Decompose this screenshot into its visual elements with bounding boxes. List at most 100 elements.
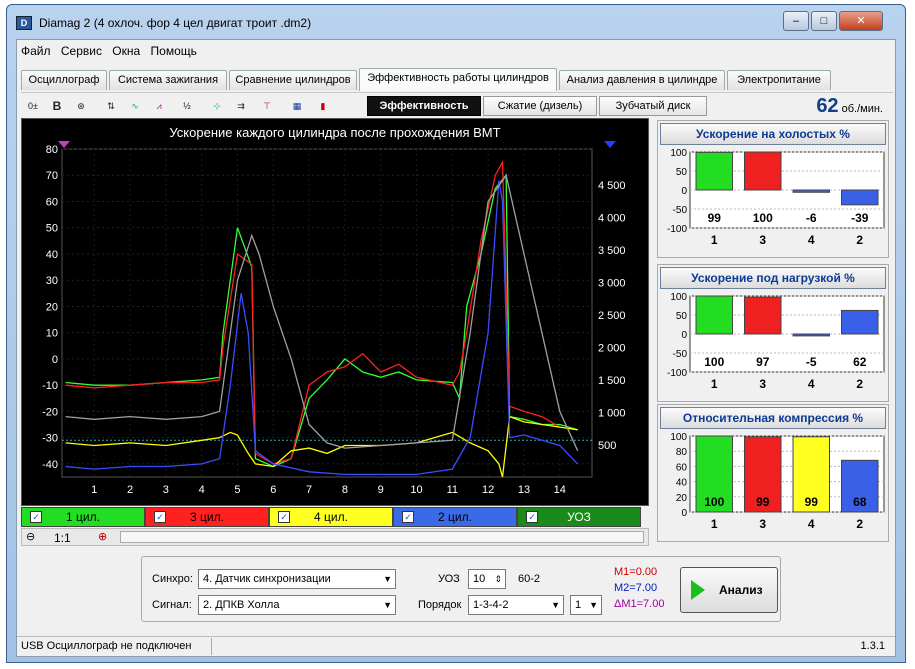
mini-bar (841, 189, 879, 206)
legend-uoz-checkbox[interactable]: ✓ (526, 511, 538, 523)
subtab-efficiency[interactable]: Эффективность (367, 96, 481, 116)
mini-bar (744, 151, 782, 191)
tab-pressure-analysis[interactable]: Анализ давления в цилиндре (559, 70, 725, 90)
menu-file[interactable]: Файл (17, 40, 54, 58)
mini-y-tick: 0 (681, 186, 687, 197)
window-title: Diamag 2 (4 охлоч. фор 4 цел двигат трои… (39, 16, 312, 30)
summary-panels: Ускорение на холостых % 100 50 0 -50 -100 99 1… (657, 120, 891, 542)
rpm-icon[interactable]: ⊛ (71, 96, 91, 116)
horizontal-scrollbar[interactable] (120, 531, 644, 543)
divide-icon[interactable]: ½ (177, 96, 197, 116)
order-second-select[interactable]: 1 ▼ (570, 595, 602, 615)
mini-y-tick: -100 (667, 368, 687, 379)
mini-bar-category: 4 (808, 377, 815, 391)
x-tick-label: 11 (447, 484, 458, 496)
signal-label: Сигнал: (152, 599, 192, 611)
panel-compression-title: Относительная компрессия % (660, 407, 886, 429)
bold-icon[interactable]: B (47, 96, 67, 116)
menu-windows[interactable]: Окна (108, 40, 143, 58)
spinner-icon[interactable]: ⇕ (494, 570, 502, 588)
mini-y-tick: -50 (673, 205, 688, 216)
marker-icon[interactable]: ⊤ (257, 96, 277, 116)
tab-ignition[interactable]: Система зажигания (109, 70, 227, 90)
uoz-value: 10 (473, 573, 486, 585)
uoz-spinner[interactable]: 10 ⇕ (468, 569, 506, 589)
mini-bar-value: 99 (708, 211, 722, 225)
legend-cyl2-checkbox[interactable]: ✓ (402, 511, 414, 523)
tab-cylinder-compare[interactable]: Сравнение цилиндров (229, 70, 357, 90)
vvti-icon[interactable]: ⩘ (149, 96, 169, 116)
y-tick-label: 0 (52, 354, 58, 366)
mini-bar-value: 100 (704, 355, 724, 369)
mini-bar-value: 100 (753, 211, 773, 225)
legend-cyl3[interactable]: ✓ 3 цил. (145, 507, 269, 527)
zoom-in-icon[interactable]: ⊕ (98, 530, 107, 543)
analyze-button[interactable]: Анализ (680, 567, 778, 613)
scale-icon[interactable]: ⇅ (101, 96, 121, 116)
series-line-5 (65, 173, 579, 452)
sequence-icon[interactable]: ⇉ (231, 96, 251, 116)
tab-oscilloscope[interactable]: Осциллограф (21, 70, 107, 90)
acceleration-chart-svg[interactable]: Ускорение каждого цилиндра после прохожд… (22, 119, 648, 505)
mini-bar (695, 151, 733, 191)
mini-bar-category: 1 (711, 233, 718, 247)
chevron-down-icon: ▼ (383, 600, 392, 610)
legend-cyl1[interactable]: ✓ 1 цил. (21, 507, 145, 527)
mini-bar (841, 309, 879, 335)
y2-tick-label: 2 000 (598, 343, 626, 355)
analyze-label: Анализ (719, 583, 763, 597)
sensor-icon[interactable]: ⊹ (207, 96, 227, 116)
mini-bar-value: 99 (805, 495, 819, 509)
x-tick-label: 2 (127, 484, 133, 496)
y-tick-label: 10 (46, 328, 58, 340)
x-tick-label: 9 (378, 484, 384, 496)
minimize-button[interactable]: – (783, 11, 809, 31)
maximize-button[interactable]: □ (811, 11, 837, 31)
mini-bar-category: 2 (856, 517, 863, 531)
mini-y-tick: -100 (667, 224, 687, 235)
mini-bar-category: 4 (808, 517, 815, 531)
series-line-2 (65, 159, 561, 465)
tab-cylinder-efficiency[interactable]: Эффективность работы цилиндров (359, 68, 557, 91)
mini-bar-value: -5 (806, 355, 817, 369)
x-tick-label: 5 (234, 484, 240, 496)
mini-bar (792, 189, 830, 193)
left-marker-icon (58, 141, 70, 148)
signal-select[interactable]: 2. ДПКВ Холла ▼ (198, 595, 396, 615)
waveform-icon[interactable]: ∿ (125, 96, 145, 116)
x-tick-label: 13 (518, 484, 530, 496)
offset-icon[interactable]: 0± (23, 96, 43, 116)
zoom-out-icon[interactable]: ⊖ (26, 530, 35, 543)
main-window: D Diamag 2 (4 охлоч. фор 4 цел двигат тр… (6, 4, 906, 663)
legend-uoz[interactable]: ✓ УОЗ (517, 507, 641, 527)
legend-cyl4[interactable]: ✓ 4 цил. (269, 507, 393, 527)
status-connection: USB Осциллограф не подключен (21, 640, 192, 652)
subtab-toothed-disc[interactable]: Зубчатый диск (599, 96, 707, 116)
rpm-unit: об./мин. (841, 103, 883, 115)
panel-idle-accel: Ускорение на холостых % 100 50 0 -50 -100 99 1… (657, 120, 889, 258)
legend-cyl2[interactable]: ✓ 2 цил. (393, 507, 517, 527)
y-tick-label: -40 (42, 459, 58, 471)
status-version: 1.3.1 (860, 640, 885, 652)
menu-help[interactable]: Помощь (147, 40, 200, 58)
y2-tick-label: 4 500 (598, 180, 626, 192)
sync-select[interactable]: 4. Датчик синхронизации ▼ (198, 569, 396, 589)
engine-icon[interactable]: ▦ (287, 96, 307, 116)
order-select[interactable]: 1-3-4-2 ▼ (468, 595, 564, 615)
panel-load-accel-title: Ускорение под нагрузкой % (660, 267, 886, 289)
mini-bar-value: -6 (806, 211, 817, 225)
panel-load-accel-chart: 100 50 0 -50 -100 100 1 97 3 -5 4 62 2 (667, 292, 885, 391)
tab-power-supply[interactable]: Электропитание (727, 70, 831, 90)
x-tick-label: 10 (410, 484, 422, 496)
close-button[interactable]: ✕ (839, 11, 883, 31)
acceleration-chart[interactable]: Ускорение каждого цилиндра после прохожд… (21, 118, 649, 506)
chart-icon[interactable]: ▮ (313, 96, 333, 116)
subtab-compression-diesel[interactable]: Сжатие (дизель) (483, 96, 597, 116)
legend-cyl4-checkbox[interactable]: ✓ (278, 511, 290, 523)
legend-cyl1-checkbox[interactable]: ✓ (30, 511, 42, 523)
legend-cyl3-checkbox[interactable]: ✓ (154, 511, 166, 523)
menu-bar: Файл Сервис Окна Помощь (17, 40, 895, 60)
order-value: 1-3-4-2 (473, 599, 509, 611)
x-tick-label: 1 (91, 484, 97, 496)
menu-service[interactable]: Сервис (57, 40, 105, 58)
